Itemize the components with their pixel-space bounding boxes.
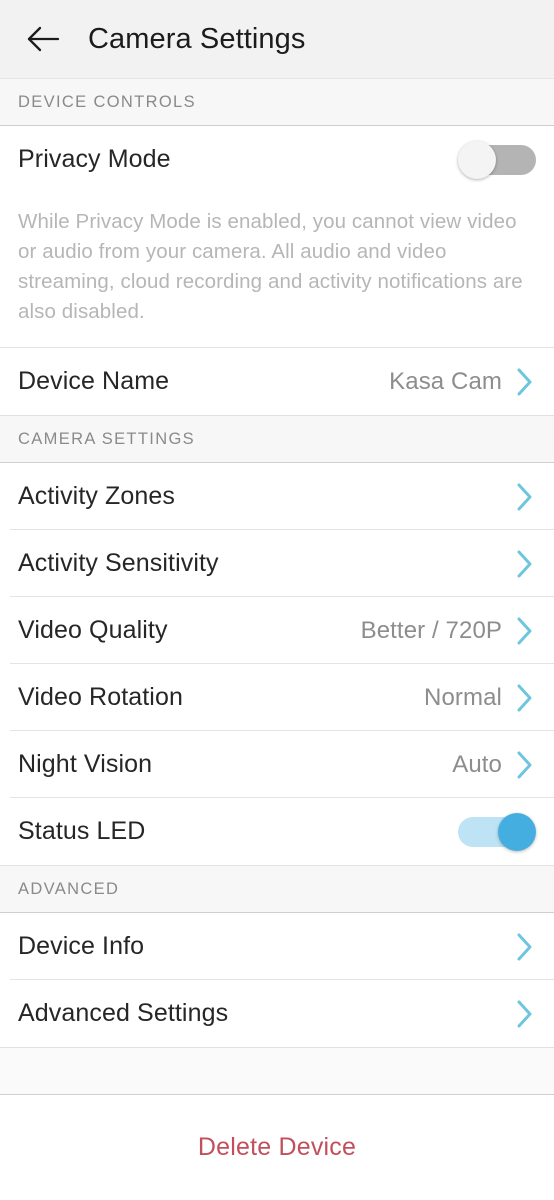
row-advanced-settings[interactable]: Advanced Settings	[0, 980, 554, 1047]
row-status-led[interactable]: Status LED	[0, 798, 554, 865]
row-label: Privacy Mode	[18, 145, 171, 173]
section-title: ADVANCED	[18, 879, 120, 898]
row-activity-sensitivity[interactable]: Activity Sensitivity	[0, 530, 554, 597]
row-label: Device Name	[18, 367, 170, 395]
toggle-knob	[458, 140, 496, 179]
chevron-right-icon	[514, 997, 536, 1031]
row-label: Activity Zones	[18, 482, 176, 510]
row-label: Night Vision	[18, 750, 153, 778]
row-device-name[interactable]: Device Name Kasa Cam	[0, 348, 554, 415]
status-led-toggle[interactable]	[458, 812, 536, 851]
chevron-right-icon	[514, 681, 536, 715]
chevron-right-icon	[514, 547, 536, 581]
delete-device-area: Delete Device	[0, 1095, 554, 1200]
row-video-rotation[interactable]: Video Rotation Normal	[0, 664, 554, 731]
row-label: Activity Sensitivity	[18, 549, 219, 577]
arrow-left-icon	[26, 25, 60, 53]
row-value: Kasa Cam	[389, 367, 502, 395]
section-header-device-controls: DEVICE CONTROLS	[0, 78, 554, 126]
chevron-right-icon	[514, 614, 536, 648]
row-label: Device Info	[18, 932, 145, 960]
delete-device-button[interactable]: Delete Device	[198, 1133, 356, 1162]
row-value: Better / 720P	[360, 616, 502, 644]
row-label: Video Rotation	[18, 683, 183, 711]
chevron-right-icon	[514, 365, 536, 399]
row-label: Advanced Settings	[18, 999, 229, 1027]
row-value: Normal	[424, 683, 502, 711]
row-activity-zones[interactable]: Activity Zones	[0, 463, 554, 530]
chevron-right-icon	[514, 930, 536, 964]
page-title: Camera Settings	[88, 22, 306, 55]
privacy-mode-description: While Privacy Mode is enabled, you canno…	[0, 193, 554, 348]
section-header-camera-settings: CAMERA SETTINGS	[0, 415, 554, 463]
chevron-right-icon	[514, 480, 536, 514]
toggle-knob	[498, 812, 536, 851]
section-header-advanced: ADVANCED	[0, 865, 554, 913]
privacy-mode-toggle[interactable]	[458, 140, 536, 179]
section-title: DEVICE CONTROLS	[18, 92, 196, 111]
section-title: CAMERA SETTINGS	[18, 429, 196, 448]
row-label: Status LED	[18, 817, 146, 845]
row-privacy-mode[interactable]: Privacy Mode	[0, 126, 554, 193]
back-button[interactable]	[12, 8, 74, 70]
chevron-right-icon	[514, 748, 536, 782]
app-bar: Camera Settings	[0, 0, 554, 78]
row-label: Video Quality	[18, 616, 168, 644]
row-value: Auto	[452, 750, 502, 778]
camera-settings-screen: Camera Settings DEVICE CONTROLS Privacy …	[0, 0, 554, 1200]
row-night-vision[interactable]: Night Vision Auto	[0, 731, 554, 798]
row-video-quality[interactable]: Video Quality Better / 720P	[0, 597, 554, 664]
settings-content: DEVICE CONTROLS Privacy Mode While Priva…	[0, 78, 554, 1200]
row-device-info[interactable]: Device Info	[0, 913, 554, 980]
section-spacer	[0, 1047, 554, 1095]
